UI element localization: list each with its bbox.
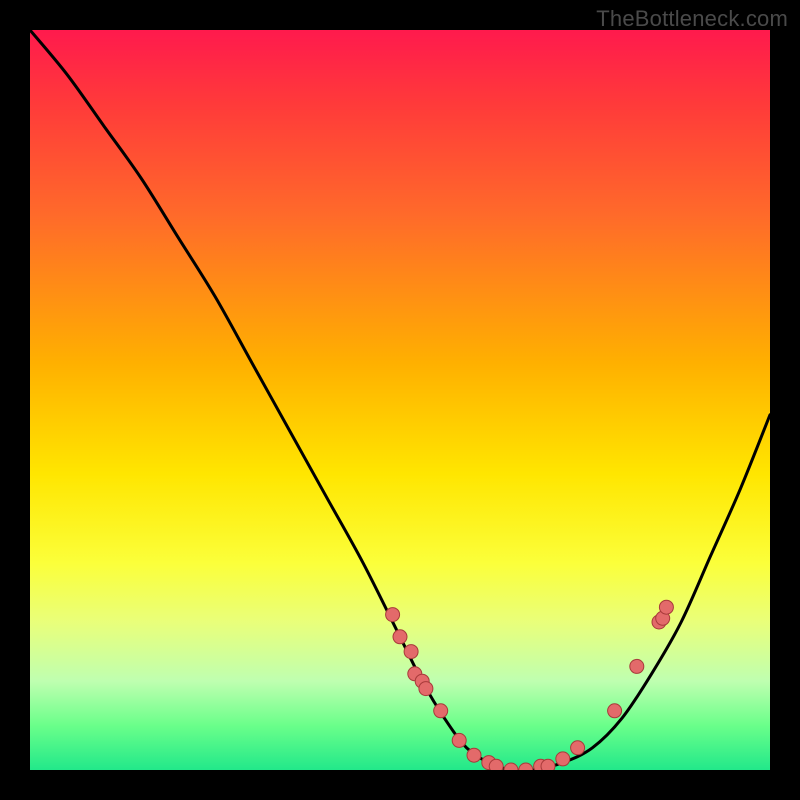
data-dot: [393, 630, 407, 644]
watermark-text: TheBottleneck.com: [596, 6, 788, 32]
data-dot: [386, 608, 400, 622]
data-dot: [419, 682, 433, 696]
data-dot: [541, 759, 555, 770]
data-dot: [659, 600, 673, 614]
data-dot: [434, 704, 448, 718]
bottleneck-curve: [30, 30, 770, 770]
data-dot: [452, 733, 466, 747]
chart-frame: TheBottleneck.com: [0, 0, 800, 800]
data-dot: [404, 645, 418, 659]
data-dot: [608, 704, 622, 718]
data-dot: [556, 752, 570, 766]
data-dots-group: [386, 600, 674, 770]
data-dot: [630, 659, 644, 673]
data-dot: [519, 763, 533, 770]
data-dot: [571, 741, 585, 755]
data-dot: [467, 748, 481, 762]
data-dot: [489, 759, 503, 770]
curve-svg: [30, 30, 770, 770]
plot-area: [30, 30, 770, 770]
data-dot: [504, 763, 518, 770]
